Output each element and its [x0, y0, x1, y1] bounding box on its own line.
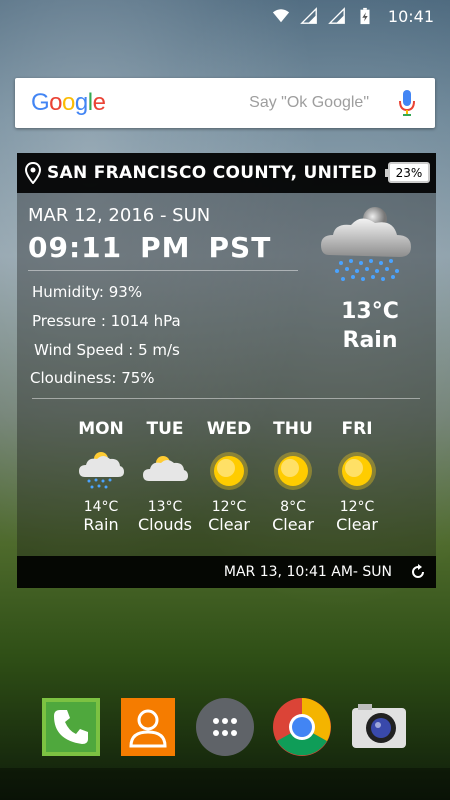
last-updated-text: MAR 13, 10:41 AM- SUN: [223, 564, 392, 580]
google-search-bar[interactable]: Google Say "Ok Google": [15, 78, 435, 128]
navigation-bar: [0, 768, 450, 800]
cloud-icon: [143, 456, 188, 481]
day-condition: Rain: [83, 515, 119, 534]
forecast-day: TUE 13°C Clouds: [133, 419, 197, 534]
day-name: MON: [78, 419, 124, 439]
status-bar: 10:41: [0, 0, 450, 32]
night-rain-cloud-icon: [321, 207, 411, 281]
forecast-row: MON 14°C Rain TUE 13°C Clouds WED 12°C C…: [69, 419, 389, 549]
divider: [32, 398, 420, 399]
rain-cloud-icon: [79, 452, 124, 489]
mic-icon[interactable]: [395, 88, 419, 118]
day-temperature: 14°C: [83, 499, 119, 515]
day-temperature: 12°C: [339, 499, 375, 515]
google-logo: Google: [31, 89, 106, 116]
forecast-day: THU 8°C Clear: [261, 419, 325, 534]
widget-footer: MAR 13, 10:41 AM- SUN: [17, 556, 436, 588]
camera-icon[interactable]: [348, 696, 410, 758]
app-dock: [0, 696, 450, 766]
signal-icon: [328, 7, 345, 24]
day-condition: Clear: [272, 515, 314, 534]
chrome-icon[interactable]: [271, 696, 333, 758]
day-name: FRI: [341, 419, 373, 439]
battery-indicator: 23%: [385, 162, 430, 183]
cloudiness-text: Cloudiness: 75%: [30, 369, 155, 387]
day-condition: Clear: [336, 515, 378, 534]
search-placeholder: Say "Ok Google": [249, 94, 369, 111]
wind-speed-text: Wind Speed : 5 m/s: [34, 341, 180, 359]
humidity-text: Humidity: 93%: [32, 283, 143, 301]
widget-header: SAN FRANCISCO COUNTY, UNITED 23%: [17, 153, 436, 193]
time-text: 09:11 PM PST: [28, 231, 272, 264]
refresh-icon[interactable]: [410, 564, 426, 580]
clock: 10:41: [387, 6, 434, 26]
sun-icon: [210, 452, 248, 490]
forecast-day: MON 14°C Rain: [69, 419, 133, 534]
sun-icon: [338, 452, 376, 490]
phone-icon[interactable]: [40, 696, 102, 758]
current-condition: Rain: [342, 328, 398, 353]
day-temperature: 13°C: [147, 499, 183, 515]
location-name: SAN FRANCISCO COUNTY, UNITED: [47, 163, 378, 183]
wifi-icon: [272, 9, 289, 23]
sun-icon: [274, 452, 312, 490]
contacts-icon[interactable]: [117, 696, 179, 758]
divider: [28, 270, 298, 271]
day-temperature: 8°C: [280, 499, 306, 515]
date-text: MAR 12, 2016 - SUN: [28, 205, 211, 226]
current-temperature: 13°C: [341, 299, 399, 324]
signal-icon: [300, 7, 317, 24]
location-pin-icon: [25, 162, 41, 184]
forecast-day: FRI 12°C Clear: [325, 419, 389, 534]
app-drawer-icon[interactable]: [194, 696, 256, 758]
forecast-day: WED 12°C Clear: [197, 419, 261, 534]
day-name: THU: [273, 419, 313, 439]
weather-widget[interactable]: SAN FRANCISCO COUNTY, UNITED 23% MAR 12,…: [17, 153, 436, 588]
battery-charging-icon: [360, 7, 370, 25]
day-temperature: 12°C: [211, 499, 247, 515]
day-name: WED: [206, 419, 252, 439]
day-name: TUE: [146, 419, 184, 439]
day-condition: Clouds: [137, 515, 193, 534]
pressure-text: Pressure : 1014 hPa: [32, 312, 181, 330]
day-condition: Clear: [208, 515, 250, 534]
